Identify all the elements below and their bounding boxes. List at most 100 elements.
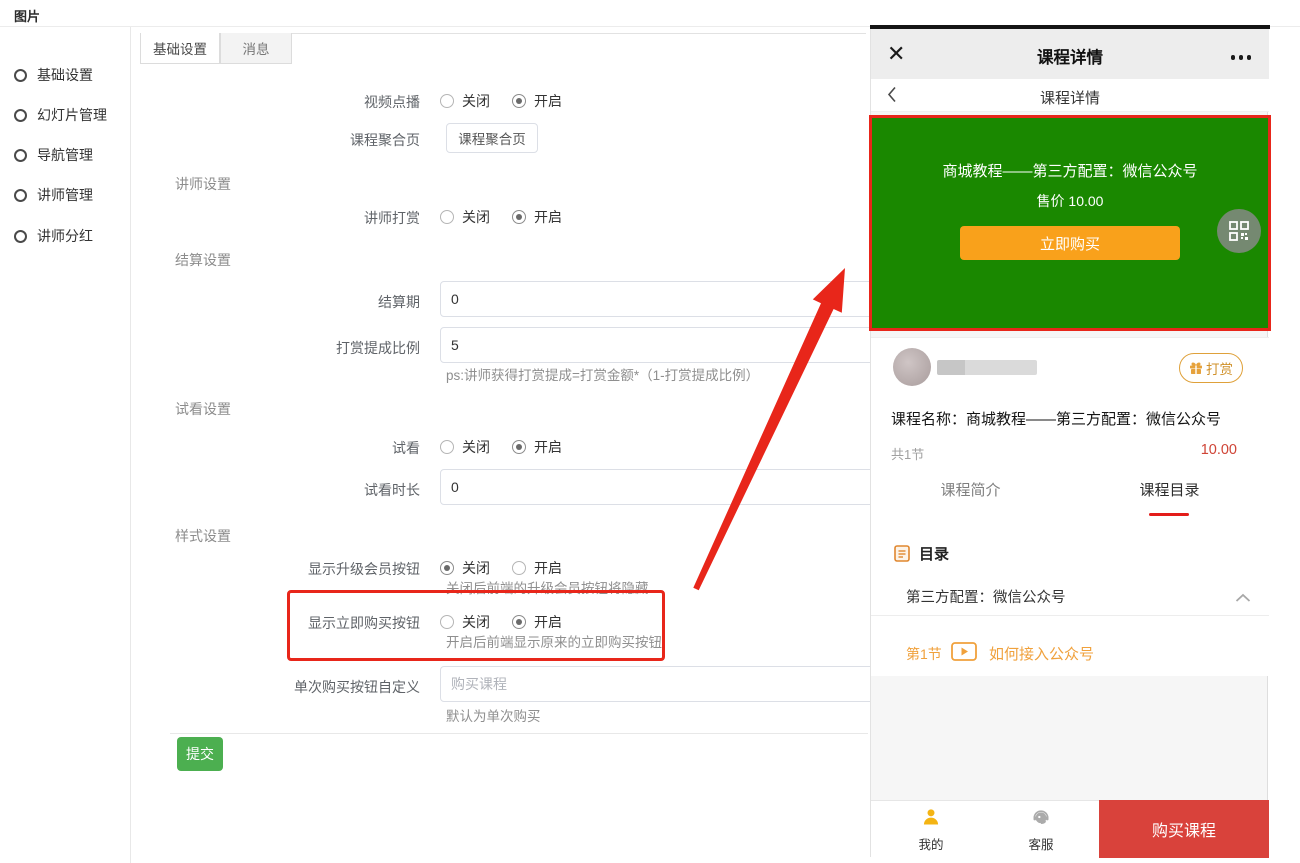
circle-icon bbox=[14, 189, 27, 202]
chapter-row[interactable]: 第三方配置：微信公众号 bbox=[871, 578, 1269, 616]
wechat-title: 课程详情 bbox=[871, 44, 1269, 68]
chapter-title: 第三方配置：微信公众号 bbox=[906, 586, 1066, 607]
buynow-help-text: 开启后前端显示原来的立即购买按钮 bbox=[446, 631, 662, 651]
circle-icon bbox=[14, 109, 27, 122]
avatar bbox=[893, 348, 931, 386]
trial-length-input[interactable] bbox=[440, 469, 876, 505]
radio-off[interactable] bbox=[440, 561, 454, 575]
radio-group-trial: 关闭 开启 bbox=[440, 437, 576, 457]
sidebar-item-label: 幻灯片管理 bbox=[37, 105, 107, 125]
field-label-reward: 讲师打赏 bbox=[170, 208, 420, 228]
catalog-title: 目录 bbox=[919, 543, 949, 564]
radio-off[interactable] bbox=[440, 210, 454, 224]
reward-button[interactable]: 打赏 bbox=[1179, 353, 1243, 383]
headset-icon bbox=[1031, 807, 1051, 827]
tab-message[interactable]: 消息 bbox=[220, 33, 292, 64]
section-title-style: 样式设置 bbox=[175, 526, 231, 546]
radio-off-label: 关闭 bbox=[462, 612, 490, 632]
custom-help-text: 默认为单次购买 bbox=[446, 705, 541, 725]
radio-on-label: 开启 bbox=[534, 558, 562, 578]
submit-button[interactable]: 提交 bbox=[177, 737, 223, 771]
tab-course-catalog[interactable]: 课程目录 bbox=[1070, 479, 1269, 500]
page-nav: 课程详情 bbox=[871, 79, 1269, 112]
course-name-text: 课程名称：商城教程——第三方配置：微信公众号 bbox=[891, 408, 1261, 429]
window-title: 图片 bbox=[14, 6, 40, 25]
radio-on[interactable] bbox=[512, 94, 526, 108]
radio-off-label: 关闭 bbox=[462, 207, 490, 227]
tabbar-item-service[interactable]: 客服 bbox=[1006, 807, 1076, 853]
radio-off-label: 关闭 bbox=[462, 558, 490, 578]
purchase-course-button[interactable]: 购买课程 bbox=[1099, 800, 1269, 858]
tab-course-intro[interactable]: 课程简介 bbox=[871, 479, 1070, 500]
sidebar-item-label: 导航管理 bbox=[37, 145, 93, 165]
radio-on-label: 开启 bbox=[534, 207, 562, 227]
field-label-custom-button: 单次购买按钮自定义 bbox=[170, 677, 420, 697]
field-label-trial-length: 试看时长 bbox=[170, 480, 420, 500]
sidebar-item-lecturer-dividend[interactable]: 讲师分红 bbox=[14, 225, 93, 247]
circle-icon bbox=[14, 149, 27, 162]
course-hero-banner: 商城教程——第三方配置：微信公众号 售价 10.00 立即购买 bbox=[869, 115, 1271, 331]
sidebar-item-lecturers[interactable]: 讲师管理 bbox=[14, 184, 93, 206]
radio-on[interactable] bbox=[512, 210, 526, 224]
document-icon bbox=[894, 545, 910, 562]
qr-code-button[interactable] bbox=[1217, 209, 1261, 253]
section-title-lecturer: 讲师设置 bbox=[175, 174, 231, 194]
radio-group-reward: 关闭 开启 bbox=[440, 207, 576, 227]
wechat-more-icon[interactable] bbox=[1231, 55, 1252, 60]
field-label-period: 结算期 bbox=[170, 292, 420, 312]
phone-bottom-bar: 我的 客服 购买课程 bbox=[871, 800, 1269, 857]
window-titlebar: 图片 bbox=[0, 0, 1300, 27]
sidebar-item-slides[interactable]: 幻灯片管理 bbox=[14, 104, 107, 126]
course-aggregate-button[interactable]: 课程聚合页 bbox=[446, 123, 538, 153]
field-label-trial: 试看 bbox=[170, 438, 420, 458]
radio-group-video: 关闭 开启 bbox=[440, 91, 576, 111]
circle-icon bbox=[14, 69, 27, 82]
hero-course-title: 商城教程——第三方配置：微信公众号 bbox=[872, 160, 1268, 181]
radio-off-label: 关闭 bbox=[462, 91, 490, 111]
video-icon bbox=[951, 642, 977, 666]
ratio-help-text: ps:讲师获得打赏提成=打赏金额*（1-打赏提成比例） bbox=[446, 364, 759, 384]
sidebar: 基础设置 幻灯片管理 导航管理 讲师管理 讲师分红 bbox=[0, 27, 131, 863]
section-title-settlement: 结算设置 bbox=[175, 250, 231, 270]
radio-off[interactable] bbox=[440, 94, 454, 108]
radio-off[interactable] bbox=[440, 440, 454, 454]
sidebar-item-label: 基础设置 bbox=[37, 65, 93, 85]
custom-buy-button-input[interactable] bbox=[440, 666, 876, 702]
radio-group-buynow: 关闭 开启 bbox=[440, 612, 576, 632]
gift-icon bbox=[1189, 361, 1203, 375]
catalog-header: 目录 bbox=[894, 543, 949, 564]
blurred-username bbox=[937, 360, 1037, 375]
reward-button-label: 打赏 bbox=[1206, 358, 1233, 378]
tabbar-item-mine[interactable]: 我的 bbox=[896, 807, 966, 853]
section-title-trial: 试看设置 bbox=[175, 399, 231, 419]
field-label-buynow: 显示立即购买按钮 bbox=[170, 613, 420, 633]
field-label-ratio: 打赏提成比例 bbox=[170, 338, 420, 358]
active-tab-underline bbox=[1149, 513, 1189, 516]
radio-off[interactable] bbox=[440, 615, 454, 629]
radio-on[interactable] bbox=[512, 440, 526, 454]
field-label-aggregate: 课程聚合页 bbox=[170, 130, 420, 150]
settlement-period-input[interactable] bbox=[440, 281, 876, 317]
field-label-upgrade: 显示升级会员按钮 bbox=[170, 559, 420, 579]
tabbar-label-mine: 我的 bbox=[896, 834, 966, 853]
lesson-count: 共1节 bbox=[891, 444, 924, 463]
wechat-header: ✕ 课程详情 bbox=[871, 29, 1269, 79]
chevron-up-icon[interactable] bbox=[1235, 590, 1251, 608]
buy-now-button[interactable]: 立即购买 bbox=[960, 226, 1180, 260]
radio-on[interactable] bbox=[512, 615, 526, 629]
radio-on-label: 开启 bbox=[534, 91, 562, 111]
tabbar-label-service: 客服 bbox=[1006, 834, 1076, 853]
sidebar-item-navigation[interactable]: 导航管理 bbox=[14, 144, 93, 166]
course-price: 10.00 bbox=[1201, 442, 1237, 458]
reward-ratio-input[interactable] bbox=[440, 327, 876, 363]
lesson-row[interactable]: 第1节 如何接入公众号 bbox=[871, 634, 1269, 674]
page-nav-title: 课程详情 bbox=[871, 87, 1269, 108]
phone-preview-panel: ✕ 课程详情 课程详情 商城教程——第三方配置：微信公众号 售价 10.00 立… bbox=[870, 25, 1268, 857]
radio-on-label: 开启 bbox=[534, 612, 562, 632]
radio-on-label: 开启 bbox=[534, 437, 562, 457]
radio-on[interactable] bbox=[512, 561, 526, 575]
tab-basic-settings[interactable]: 基础设置 bbox=[140, 33, 220, 64]
qr-code-icon bbox=[1229, 221, 1249, 241]
sidebar-item-basic-settings[interactable]: 基础设置 bbox=[14, 64, 93, 86]
course-info-card: 打赏 课程名称：商城教程——第三方配置：微信公众号 共1节 10.00 课程简介… bbox=[871, 337, 1269, 676]
